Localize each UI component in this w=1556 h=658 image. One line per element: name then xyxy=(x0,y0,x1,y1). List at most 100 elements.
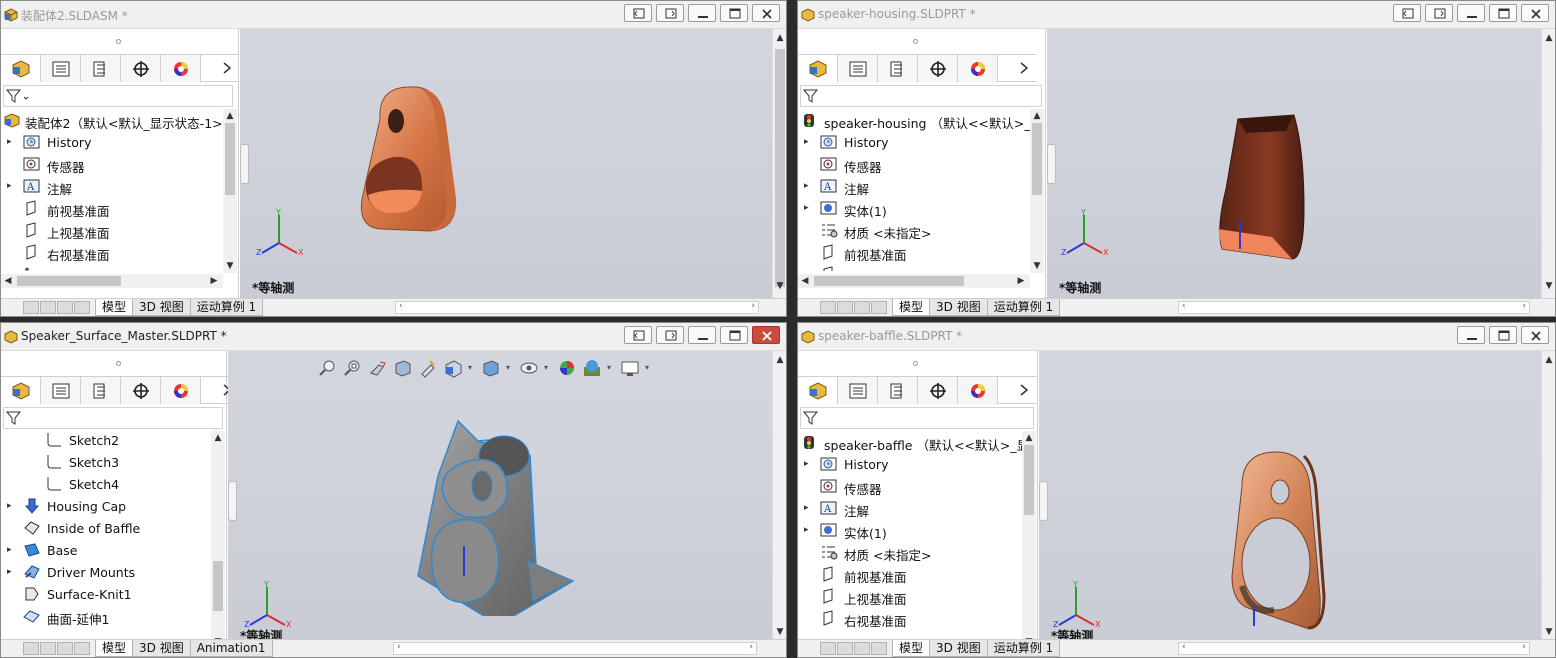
close-button[interactable] xyxy=(752,4,780,22)
tree-root[interactable]: speaker-housing （默认<<默认>_显示 xyxy=(798,109,1030,131)
graphics-hscrollbar[interactable]: ‹ › xyxy=(1178,642,1530,655)
display-manager-icon[interactable] xyxy=(958,55,998,82)
expand-arrow-icon[interactable]: ▸ xyxy=(804,203,812,213)
tab-nav-buttons[interactable] xyxy=(23,301,91,314)
chevron-down-icon[interactable]: ▾ xyxy=(607,358,615,378)
graphics-hscrollbar[interactable]: ‹ › xyxy=(393,642,757,655)
panel-collapse-handle[interactable] xyxy=(240,144,249,184)
expand-arrow-icon[interactable]: ▸ xyxy=(804,181,812,191)
chevron-right-icon[interactable] xyxy=(1016,381,1032,399)
chevron-down-icon[interactable]: ▾ xyxy=(468,358,476,378)
tree-item[interactable]: Surface-Knit1 xyxy=(1,583,211,605)
bottom-tab[interactable]: 3D 视图 xyxy=(929,640,988,657)
graphics-vscrollbar[interactable]: ▲ ▼ xyxy=(1541,351,1555,639)
graphics-area[interactable]: YXZ *等轴测 xyxy=(1039,351,1541,643)
tree-item[interactable]: Sketch2 xyxy=(1,429,211,451)
graphics-hscrollbar[interactable]: ‹ › xyxy=(1178,301,1530,314)
tree-hscrollbar[interactable]: ◀▶ xyxy=(798,274,1030,288)
panel-collapse-handle[interactable] xyxy=(228,481,237,521)
dimxpert-icon[interactable] xyxy=(121,377,161,404)
bottom-tab[interactable]: 模型 xyxy=(892,299,931,316)
close-button[interactable] xyxy=(1521,326,1549,344)
expand-arrow-icon[interactable]: ▸ xyxy=(804,137,812,147)
tree-item[interactable]: 传感器 xyxy=(1,153,223,175)
tree-item[interactable]: ▸ History xyxy=(1,131,223,153)
feature-manager-icon[interactable] xyxy=(798,377,838,404)
tree-item[interactable]: 上视基准面 xyxy=(798,263,1030,271)
minimize-button[interactable] xyxy=(688,4,716,22)
tile-left-button[interactable] xyxy=(1393,4,1421,22)
bottom-tab[interactable]: 运动算例 1 xyxy=(189,299,264,316)
tree-item[interactable]: ▸ Base xyxy=(1,539,211,561)
graphics-area[interactable]: YXZ *等轴测 xyxy=(240,29,772,298)
tile-right-button[interactable] xyxy=(656,4,684,22)
expand-arrow-icon[interactable]: ▸ xyxy=(804,525,812,535)
tile-right-button[interactable] xyxy=(656,326,684,344)
bottom-tab[interactable]: 3D 视图 xyxy=(929,299,988,316)
bottom-tab[interactable]: 3D 视图 xyxy=(132,640,191,657)
window-titlebar[interactable]: speaker-housing.SLDPRT * xyxy=(798,1,1555,29)
panel-grip[interactable] xyxy=(913,39,918,44)
chevron-down-icon[interactable]: ▾ xyxy=(544,358,552,378)
expand-arrow-icon[interactable]: ▸ xyxy=(7,181,15,191)
display-manager-icon[interactable] xyxy=(958,377,998,404)
tree-root[interactable]: 装配体2（默认<默认_显示状态-1>） xyxy=(1,109,223,131)
tree-item[interactable]: 前视基准面 xyxy=(1,197,223,219)
expand-arrow-icon[interactable]: ▸ xyxy=(7,545,15,555)
tree-item[interactable]: Inside of Baffle xyxy=(1,517,211,539)
tree-item[interactable]: 右视基准面 xyxy=(1,241,223,263)
expand-arrow-icon[interactable]: ▸ xyxy=(7,567,15,577)
zoom-to-fit-icon[interactable] xyxy=(318,358,338,378)
window-split-vertical[interactable] xyxy=(787,0,797,658)
tile-left-button[interactable] xyxy=(624,4,652,22)
property-manager-icon[interactable] xyxy=(41,55,81,82)
feature-manager-icon[interactable] xyxy=(1,377,41,404)
expand-arrow-icon[interactable]: ▸ xyxy=(7,501,15,511)
bottom-tab[interactable]: Animation1 xyxy=(189,640,273,657)
tree-item[interactable]: Sketch4 xyxy=(1,473,211,495)
tree-item[interactable]: ▸ A 注解 xyxy=(1,175,223,197)
configuration-manager-icon[interactable] xyxy=(878,55,918,82)
configuration-manager-icon[interactable] xyxy=(81,55,121,82)
section-view-icon[interactable] xyxy=(393,358,413,378)
chevron-down-icon[interactable]: ▾ xyxy=(506,358,514,378)
tree-item[interactable]: ▸ History xyxy=(798,131,1030,153)
window-titlebar[interactable]: Speaker_Surface_Master.SLDPRT * xyxy=(1,323,786,351)
graphics-hscrollbar[interactable]: ‹ › xyxy=(395,301,759,314)
configuration-manager-icon[interactable] xyxy=(81,377,121,404)
tree-vscrollbar[interactable]: ▲▼ xyxy=(211,431,225,649)
bottom-tab[interactable]: 模型 xyxy=(95,640,134,657)
dimxpert-icon[interactable] xyxy=(918,377,958,404)
speaker-baffle-model[interactable] xyxy=(1224,446,1334,636)
tree-item[interactable]: ▸ A 注解 xyxy=(798,497,1022,519)
tree-item[interactable]: 曲面-延伸1 xyxy=(1,605,211,627)
graphics-vscrollbar[interactable]: ▲ ▼ xyxy=(1541,29,1555,298)
previous-view-icon[interactable] xyxy=(368,358,388,378)
feature-manager-icon[interactable] xyxy=(1,55,41,82)
close-button[interactable] xyxy=(1521,4,1549,22)
hide-show-icon[interactable] xyxy=(519,358,539,378)
panel-grip[interactable] xyxy=(913,361,918,366)
tree-filter[interactable] xyxy=(800,407,1034,429)
zoom-to-area-icon[interactable] xyxy=(343,358,363,378)
panel-grip[interactable] xyxy=(116,39,121,44)
tile-left-button[interactable] xyxy=(624,326,652,344)
tree-vscrollbar[interactable]: ▲▼ xyxy=(1022,431,1036,649)
bottom-tab[interactable]: 模型 xyxy=(95,299,134,316)
display-style-icon[interactable] xyxy=(481,358,501,378)
maximize-button[interactable] xyxy=(1489,4,1517,22)
tree-item[interactable]: ▸ 实体(1) xyxy=(798,519,1022,541)
dimxpert-icon[interactable] xyxy=(918,55,958,82)
panel-grip[interactable] xyxy=(116,361,121,366)
speaker-housing-model[interactable] xyxy=(1212,109,1312,269)
bottom-tab[interactable]: 3D 视图 xyxy=(132,299,191,316)
close-button[interactable] xyxy=(752,326,780,344)
minimize-button[interactable] xyxy=(1457,4,1485,22)
minimize-button[interactable] xyxy=(1457,326,1485,344)
tree-item[interactable]: 前视基准面 xyxy=(798,563,1022,585)
chevron-right-icon[interactable] xyxy=(219,59,235,77)
tab-nav-buttons[interactable] xyxy=(820,301,888,314)
configuration-manager-icon[interactable] xyxy=(878,377,918,404)
tree-item[interactable]: 前视基准面 xyxy=(798,241,1030,263)
bottom-tab[interactable]: 运动算例 1 xyxy=(986,299,1061,316)
